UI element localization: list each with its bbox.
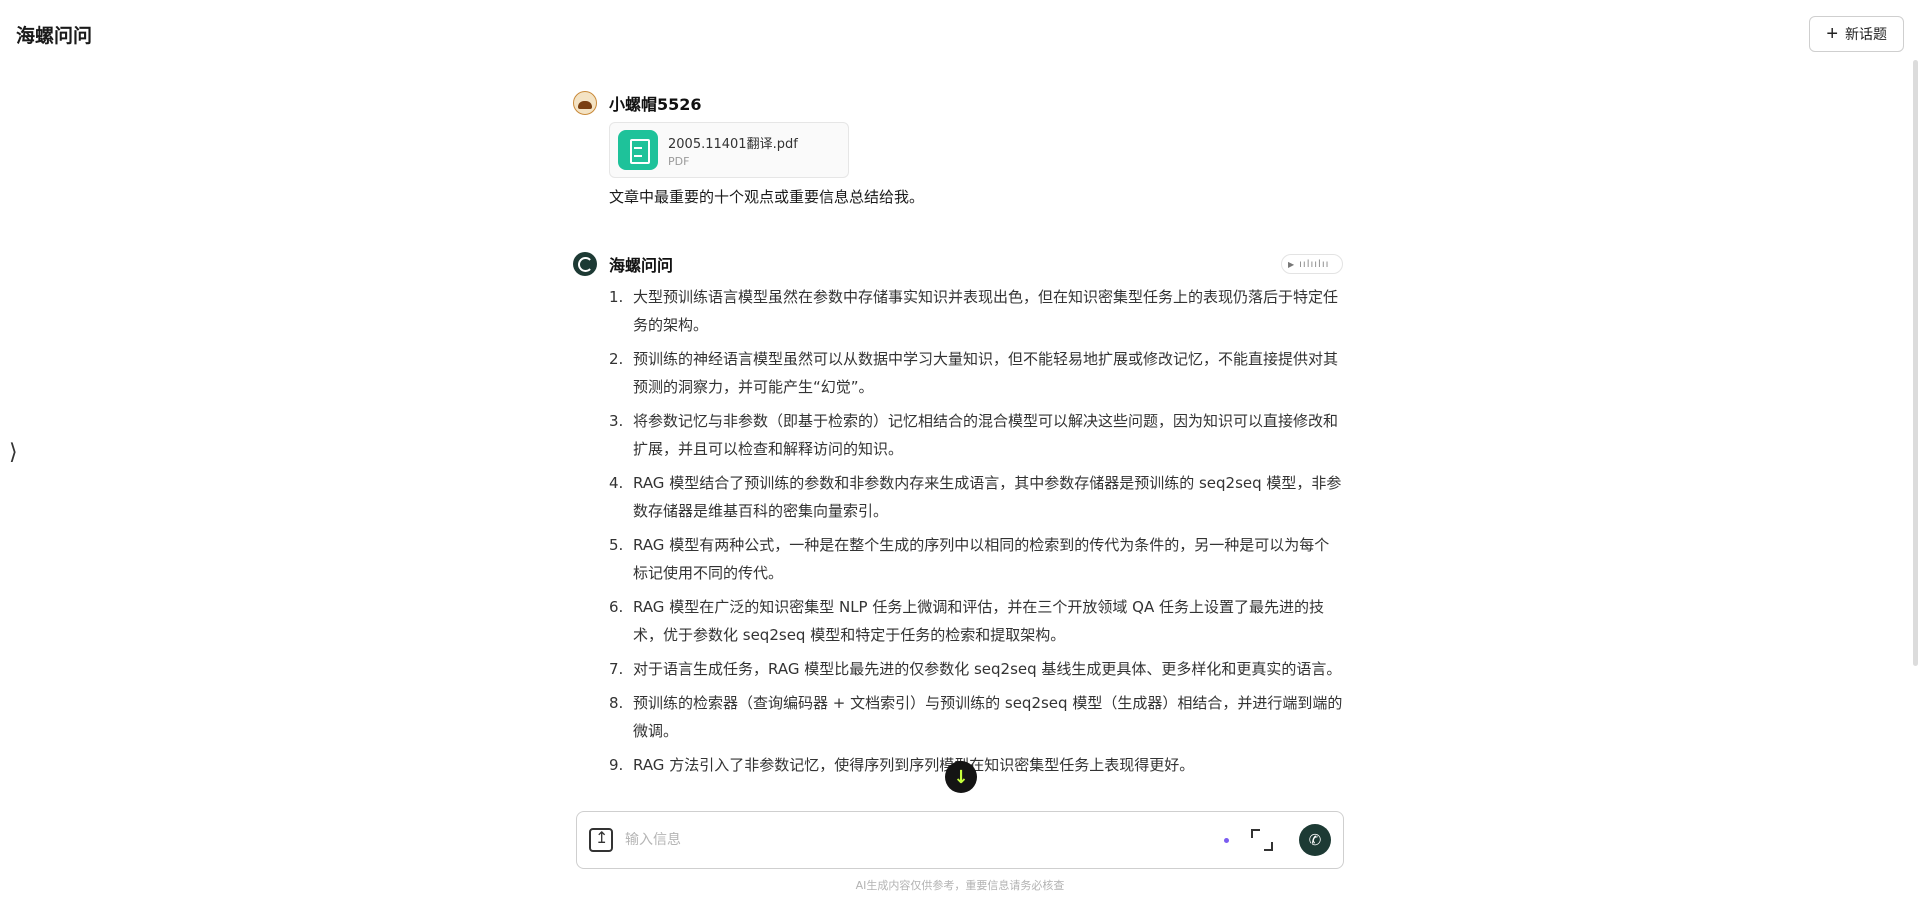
ai-disclaimer: AI生成内容仅供参考，重要信息请务必核查	[855, 879, 1065, 892]
chat-area: 小螺帽5526 2005.11401翻译.pdf PDF 文章中最重要的十个观点…	[573, 90, 1343, 810]
list-item: 3. 将参数记忆与非参数（即基于检索的）记忆相结合的混合模型可以解决这些问题，因为…	[609, 412, 1339, 458]
user-message: 小螺帽5526 2005.11401翻译.pdf PDF 文章中最重要的十个观点…	[573, 90, 1343, 207]
answer-list: 1. 大型预训练语言模型虽然在参数中存储事实知识并表现出色，但在知识密集型任务上的…	[609, 283, 1343, 779]
bot-message-header: 海螺问问 ▶ ıılıılıı	[573, 251, 1343, 277]
user-avatar	[573, 91, 597, 115]
new-topic-label: 新话题	[1845, 26, 1887, 42]
sidebar-toggle-icon[interactable]: ⟩	[9, 440, 18, 465]
expand-icon[interactable]	[1251, 829, 1273, 851]
waveform-icon: ıılıılıı	[1299, 258, 1330, 270]
list-item: 7. 对于语言生成任务，RAG 模型比最先进的仅参数化 seq2seq 基线生成更…	[609, 660, 1342, 678]
list-item: 2. 预训练的神经语言模型虽然可以从数据中学习大量知识，但不能轻易地扩展或修改记忆…	[609, 350, 1339, 396]
user-message-header: 小螺帽5526	[573, 90, 1343, 116]
status-dot	[1224, 837, 1229, 843]
bot-message: 海螺问问 ▶ ıılıılıı 1. 大型预训练语言模型虽然在参数中存储事实知识并…	[573, 251, 1343, 779]
message-composer: ✆	[576, 811, 1344, 869]
pdf-attachment-card[interactable]: 2005.11401翻译.pdf PDF	[609, 122, 849, 178]
list-item: 4. RAG 模型结合了预训练的参数和非参数内存来生成语言，其中参数存储器是预训练…	[609, 474, 1342, 520]
bot-avatar	[573, 252, 597, 276]
message-input[interactable]	[625, 832, 1224, 848]
user-message-text: 文章中最重要的十个观点或重要信息总结给我。	[609, 188, 925, 206]
document-icon	[618, 130, 658, 170]
play-icon: ▶	[1288, 259, 1295, 269]
attachment-file-type: PDF	[668, 154, 690, 168]
list-item: 5. RAG 模型有两种公式，一种是在整个生成的序列中以相同的检索到的传代为条件的…	[609, 536, 1330, 582]
voice-playback-button[interactable]: ▶ ıılıılıı	[1281, 254, 1343, 274]
list-item: 1. 大型预训练语言模型虽然在参数中存储事实知识并表现出色，但在知识密集型任务上的…	[609, 288, 1339, 334]
chat-scrollbar[interactable]	[1910, 60, 1920, 670]
new-topic-button[interactable]: + 新话题	[1809, 16, 1904, 52]
app-title: 海螺问问	[16, 25, 93, 47]
attachment-file-name: 2005.11401翻译.pdf	[668, 136, 798, 152]
upload-icon[interactable]	[589, 828, 613, 852]
plus-icon: +	[1826, 23, 1838, 45]
user-name: 小螺帽5526	[609, 95, 702, 114]
list-item: 6. RAG 模型在广泛的知识密集型 NLP 任务上微调和评估，并在三个开放领域 …	[609, 598, 1324, 644]
content-fade	[560, 790, 1360, 810]
bot-name: 海螺问问	[609, 256, 674, 275]
scrollbar-thumb[interactable]	[1913, 60, 1918, 666]
list-item: 8. 预训练的检索器（查询编码器 + 文档索引）与预训练的 seq2seq 模型（…	[609, 694, 1343, 740]
phone-icon: ✆	[1308, 831, 1322, 849]
scroll-down-button[interactable]: ↓	[945, 761, 977, 793]
voice-call-button[interactable]: ✆	[1299, 824, 1331, 856]
